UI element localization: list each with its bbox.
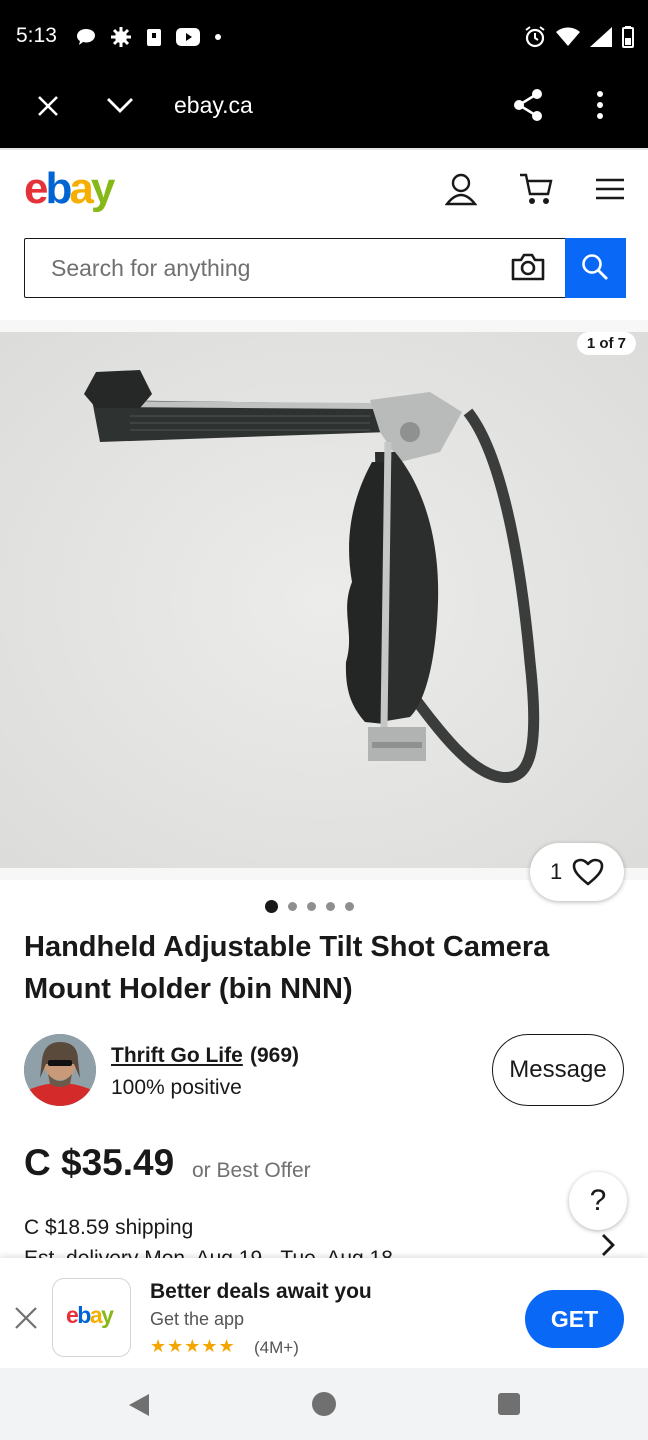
ebay-logo[interactable]: ebay [24,164,115,214]
alarm-icon [525,26,545,48]
seller-avatar[interactable] [24,1034,96,1106]
account-icon[interactable] [445,172,477,206]
url-text[interactable]: ebay.ca [174,92,253,119]
delivery-estimate: Est. delivery Mon, Aug 19 - Tue, Aug 18 [24,1246,624,1258]
dot-icon [215,34,221,40]
get-app-button[interactable]: GET [525,1290,624,1348]
image-counter: 1 of 7 [576,332,636,355]
cart-icon[interactable] [518,172,554,206]
search-icon [582,253,608,280]
rating-stars-icon: ★★★★★ [150,1336,236,1356]
recents-icon[interactable] [497,1392,521,1416]
browser-toolbar: ebay.ca [0,76,648,148]
carousel-dot[interactable] [344,901,354,911]
gear-notification-icon [111,27,131,47]
home-icon[interactable] [311,1391,337,1417]
hamburger-menu-icon[interactable] [596,178,624,200]
search-bar[interactable]: Search for anything [24,237,626,298]
search-input[interactable]: Search for anything [51,255,250,282]
carousel-dot[interactable] [287,901,297,911]
price: C $35.49 [24,1142,175,1183]
chat-bubble-icon [77,29,95,45]
status-time: 5:13 [16,24,57,47]
overflow-menu-icon[interactable] [595,90,605,120]
youtube-icon [176,28,200,46]
battery-icon [622,26,634,48]
rating-count: (4M+) [254,1338,299,1357]
help-button[interactable]: ? [569,1172,627,1230]
carousel-dots [0,898,648,914]
seller-feedback-count: (969) [250,1044,300,1067]
chevron-down-icon[interactable] [106,96,134,114]
app-promo-banner: ebay Better deals await you Get the app … [0,1258,648,1368]
ebay-app-logo: ebay [66,1302,114,1328]
heart-icon [572,858,604,886]
dismiss-banner-icon[interactable] [14,1306,38,1330]
shipping-cost: C $18.59 shipping [24,1216,194,1239]
watch-button[interactable]: 1 [530,843,624,901]
carousel-dot-active[interactable] [264,899,278,913]
close-tab-icon[interactable] [36,94,60,118]
clipboard-icon [147,29,161,46]
back-icon[interactable] [127,1392,151,1418]
status-bar: 5:13 [0,0,648,76]
site-header: ebay Search for anything [0,148,648,320]
camera-search-icon[interactable] [511,252,545,282]
product-photo[interactable] [0,332,648,868]
delivery-text: Est. delivery Mon, Aug 19 - Tue, Aug 18 [24,1247,393,1258]
seller-name-link[interactable]: Thrift Go Life [111,1044,243,1068]
banner-headline: Better deals await you [150,1280,372,1303]
message-button[interactable]: Message [492,1034,624,1106]
banner-subtitle: Get the app [150,1309,245,1329]
wifi-icon [556,27,580,46]
watch-count: 1 [550,859,563,884]
listing-title: Handheld Adjustable Tilt Shot Camera Mou… [24,931,550,1005]
carousel-dot[interactable] [325,901,335,911]
seller-info: Thrift Go Life (969) 100% positive Messa… [24,1034,624,1108]
signal-icon [590,27,612,47]
camera-grip-image [0,332,648,868]
ebay-app-icon[interactable]: ebay [52,1278,131,1357]
share-icon[interactable] [512,88,544,122]
system-navigation-bar [0,1368,648,1440]
image-gallery[interactable]: 1 of 7 1 [0,320,648,901]
chevron-right-icon[interactable] [600,1232,616,1258]
search-button[interactable] [565,237,626,298]
best-offer-label: or Best Offer [192,1159,311,1182]
seller-positive-rate: 100% positive [111,1076,242,1099]
carousel-dot[interactable] [306,901,316,911]
